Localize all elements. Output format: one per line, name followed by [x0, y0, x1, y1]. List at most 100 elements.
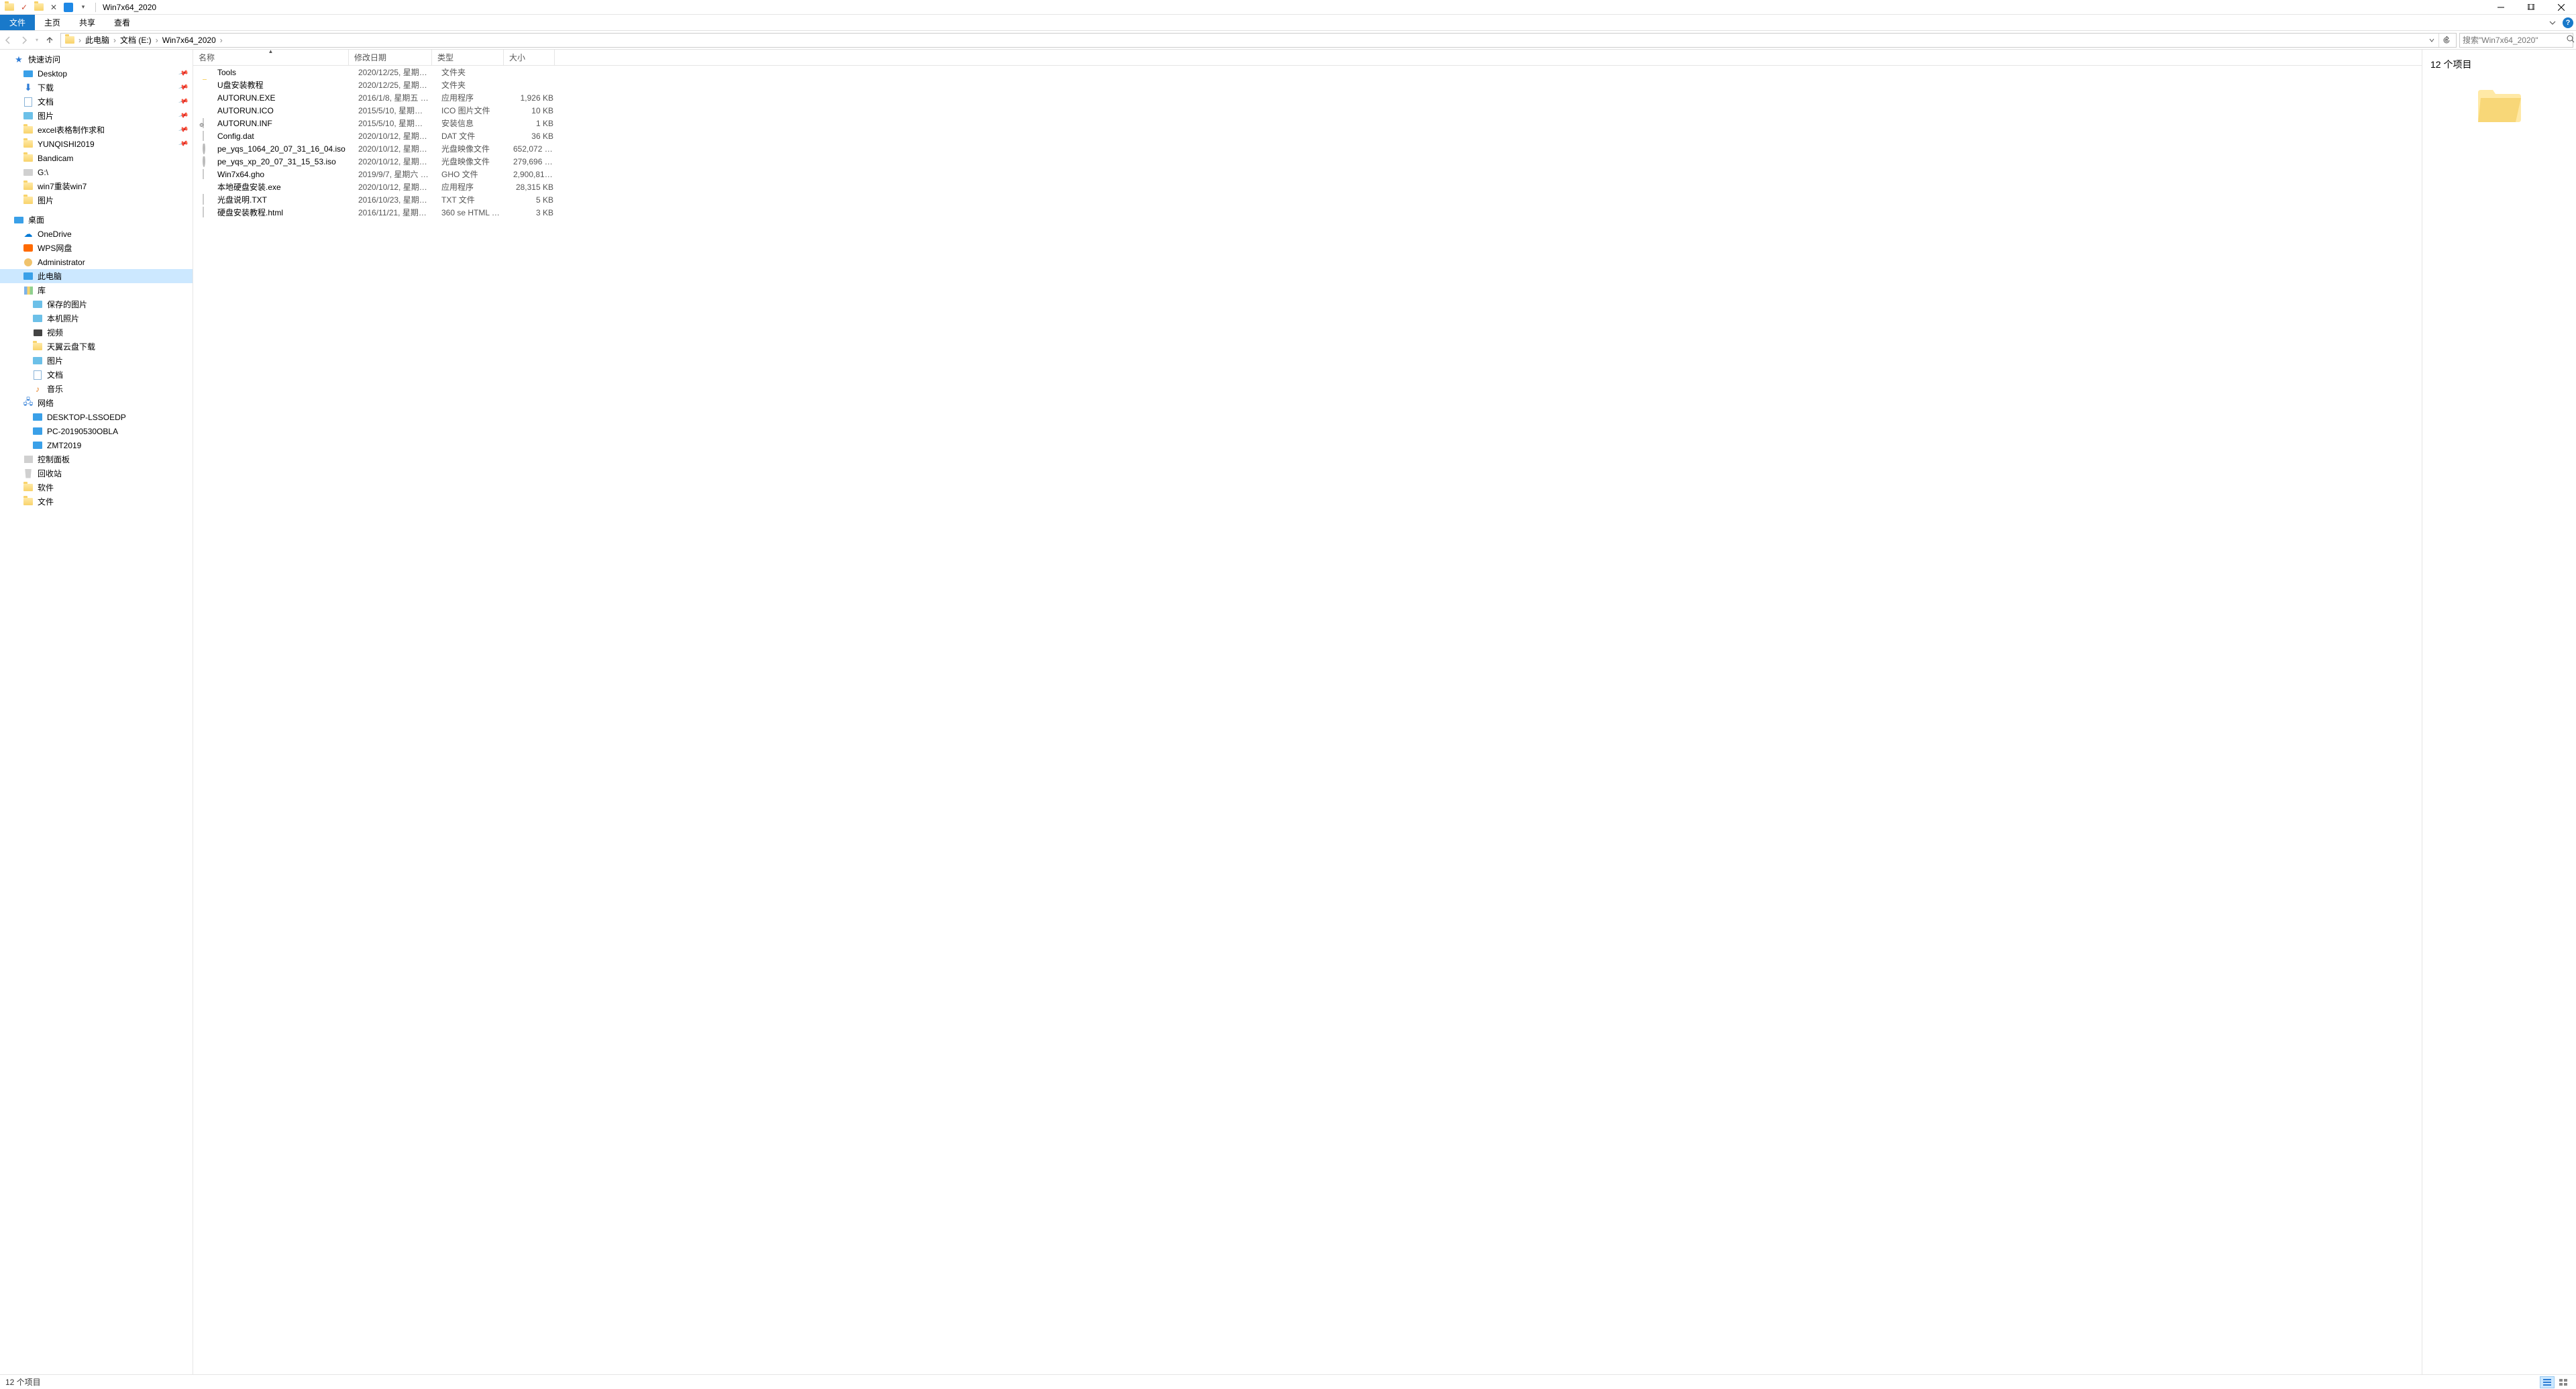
nav-item[interactable]: Desktop📌 [0, 66, 193, 81]
file-row[interactable]: Config.dat2020/10/12, 星期一 1...DAT 文件36 K… [193, 130, 2422, 142]
file-row[interactable]: 光盘说明.TXT2016/10/23, 星期日 0...TXT 文件5 KB [193, 193, 2422, 206]
view-details-button[interactable] [2540, 1376, 2555, 1388]
nav-item[interactable]: 视频 [0, 325, 193, 340]
wps-icon[interactable] [63, 2, 74, 13]
nav-item[interactable]: ZMT2019 [0, 438, 193, 452]
nav-item[interactable]: 软件 [0, 480, 193, 495]
column-header-type[interactable]: 类型 [432, 50, 504, 65]
properties-icon[interactable]: ✓ [19, 2, 30, 13]
sort-ascending-icon: ▲ [268, 48, 274, 54]
qat-dropdown-icon[interactable]: ▾ [78, 2, 89, 13]
address-box[interactable]: › 此电脑 › 文档 (E:) › Win7x64_2020 › [60, 33, 2457, 48]
nav-item-label: Administrator [38, 258, 85, 267]
nav-item[interactable]: 桌面 [0, 213, 193, 227]
folder-icon [2475, 85, 2524, 122]
new-folder-icon[interactable] [34, 2, 44, 13]
nav-item[interactable]: DESKTOP-LSSOEDP [0, 410, 193, 424]
undo-close-icon[interactable]: ✕ [48, 2, 59, 13]
nav-item-label: 图片 [47, 355, 63, 366]
address-history-dropdown[interactable] [2426, 34, 2437, 47]
file-size: 2,900,813... [508, 170, 559, 179]
nav-up-button[interactable] [42, 32, 58, 48]
nav-forward-button[interactable] [16, 32, 32, 48]
search-icon[interactable] [2567, 35, 2575, 45]
file-name: 光盘说明.TXT [217, 194, 267, 205]
nav-back-button[interactable] [0, 32, 16, 48]
minimize-button[interactable] [2485, 0, 2516, 15]
folder-icon [23, 139, 34, 150]
nav-item[interactable]: 库 [0, 283, 193, 297]
file-row[interactable]: U盘安装教程2020/12/25, 星期五 1...文件夹 [193, 79, 2422, 91]
breadcrumb-item[interactable]: 文档 (E:) [117, 34, 154, 47]
navigation-pane[interactable]: ★快速访问Desktop📌⬇下载📌文档📌图片📌excel表格制作求和📌YUNQI… [0, 50, 193, 1374]
nav-item[interactable]: 文件 [0, 495, 193, 509]
search-box[interactable] [2459, 33, 2573, 48]
nav-item[interactable]: 文档 [0, 368, 193, 382]
nav-item[interactable]: ★快速访问 [0, 52, 193, 66]
close-button[interactable] [2546, 0, 2576, 15]
nav-item[interactable]: 回收站 [0, 466, 193, 480]
nav-item[interactable]: 图片📌 [0, 109, 193, 123]
breadcrumb-root-icon[interactable] [62, 34, 77, 47]
nav-item[interactable]: 文档📌 [0, 95, 193, 109]
nav-item-label: 回收站 [38, 468, 62, 479]
nav-item[interactable]: ⬇下载📌 [0, 81, 193, 95]
ribbon-tab-share[interactable]: 共享 [70, 15, 105, 30]
file-row[interactable]: 硬盘安装教程.html2016/11/21, 星期一 2...360 se HT… [193, 206, 2422, 219]
nav-item[interactable]: 保存的图片 [0, 297, 193, 311]
breadcrumb-item[interactable]: 此电脑 [83, 34, 112, 47]
nav-item[interactable]: WPS网盘 [0, 241, 193, 255]
search-input[interactable] [2463, 36, 2567, 45]
nav-item[interactable]: win7重装win7 [0, 179, 193, 193]
chevron-right-icon[interactable]: › [77, 36, 83, 45]
nav-item[interactable]: 🖧网络 [0, 396, 193, 410]
nav-item[interactable]: PC-20190530OBLA [0, 424, 193, 438]
ribbon-tab-view[interactable]: 查看 [105, 15, 140, 30]
maximize-button[interactable] [2516, 0, 2546, 15]
doc-icon [23, 97, 34, 107]
nav-item[interactable]: G:\ [0, 165, 193, 179]
column-header-name[interactable]: 名称 ▲ [193, 50, 349, 65]
ribbon-tab-file[interactable]: 文件 [0, 15, 35, 30]
file-date: 2020/10/12, 星期一 1... [353, 130, 436, 142]
breadcrumb-item[interactable]: Win7x64_2020 [160, 34, 219, 47]
view-large-icons-button[interactable] [2556, 1376, 2571, 1388]
refresh-button[interactable] [2438, 34, 2453, 47]
nav-item[interactable]: ☁OneDrive [0, 227, 193, 241]
nav-item[interactable]: YUNQISHI2019📌 [0, 137, 193, 151]
nav-item[interactable]: Administrator [0, 255, 193, 269]
chevron-right-icon[interactable]: › [154, 36, 160, 45]
file-row[interactable]: AUTORUN.ICO2015/5/10, 星期日 02...ICO 图片文件1… [193, 104, 2422, 117]
nav-item[interactable]: 图片 [0, 193, 193, 207]
file-date: 2016/1/8, 星期五 04:... [353, 92, 436, 103]
file-row[interactable]: Win7x64.gho2019/9/7, 星期六 19:...GHO 文件2,9… [193, 168, 2422, 181]
nav-item[interactable]: 本机照片 [0, 311, 193, 325]
file-row[interactable]: pe_yqs_xp_20_07_31_15_53.iso2020/10/12, … [193, 155, 2422, 168]
file-list: 名称 ▲ 修改日期 类型 大小 Tools2020/12/25, 星期五 1..… [193, 50, 2422, 1374]
file-row[interactable]: Tools2020/12/25, 星期五 1...文件夹 [193, 66, 2422, 79]
column-header-date[interactable]: 修改日期 [349, 50, 432, 65]
nav-item-label: win7重装win7 [38, 181, 87, 192]
nav-item[interactable]: ♪音乐 [0, 382, 193, 396]
file-row[interactable]: 本地硬盘安装.exe2020/10/12, 星期一 1...应用程序28,315… [193, 181, 2422, 193]
file-date: 2016/11/21, 星期一 2... [353, 207, 436, 218]
nav-item[interactable]: 图片 [0, 354, 193, 368]
nav-item[interactable]: Bandicam [0, 151, 193, 165]
column-header-size[interactable]: 大小 [504, 50, 555, 65]
nav-item[interactable]: 此电脑 [0, 269, 193, 283]
chevron-right-icon[interactable]: › [219, 36, 224, 45]
nav-item-label: 网络 [38, 397, 54, 409]
nav-item[interactable]: excel表格制作求和📌 [0, 123, 193, 137]
nav-item[interactable]: 天翼云盘下载 [0, 340, 193, 354]
ribbon-collapse-icon[interactable] [2546, 17, 2559, 29]
file-row[interactable]: AUTORUN.INF2015/5/10, 星期日 02...安装信息1 KB [193, 117, 2422, 130]
chevron-right-icon[interactable]: › [112, 36, 117, 45]
file-type: 360 se HTML Do... [436, 208, 508, 217]
nav-item[interactable]: 控制面板 [0, 452, 193, 466]
file-row[interactable]: AUTORUN.EXE2016/1/8, 星期五 04:...应用程序1,926… [193, 91, 2422, 104]
help-icon[interactable]: ? [2563, 17, 2573, 28]
ribbon-tab-home[interactable]: 主页 [35, 15, 70, 30]
nav-recent-dropdown[interactable]: ▾ [32, 32, 42, 48]
file-row[interactable]: pe_yqs_1064_20_07_31_16_04.iso2020/10/12… [193, 142, 2422, 155]
folder-icon [203, 80, 213, 91]
